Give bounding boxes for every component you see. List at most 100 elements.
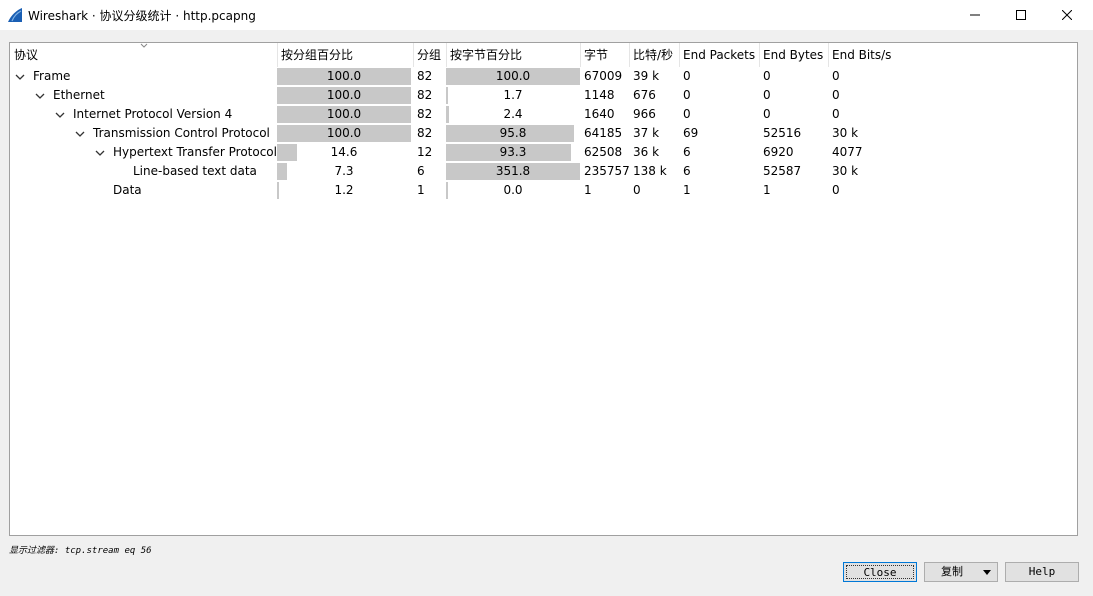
- chevron-down-icon[interactable]: [73, 124, 87, 143]
- table-row[interactable]: Transmission Control Protocol 100.0 82 95.8…: [10, 124, 1077, 143]
- packet-percent-bar-value: 7.3: [334, 164, 354, 178]
- table-row[interactable]: Data 1.2 1 0.0 1 0 1 1 0: [10, 181, 1077, 200]
- packets-value: 6: [417, 164, 425, 178]
- protocol-name: Internet Protocol Version 4: [73, 107, 233, 121]
- packet-percent-bar-value: 14.6: [330, 145, 358, 159]
- end-bytes-value: 0: [763, 88, 771, 102]
- byte-percent-bar: 0.0: [446, 181, 580, 200]
- close-button-label: Close: [846, 565, 914, 579]
- chevron-down-icon[interactable]: [13, 67, 27, 86]
- byte-percent-bar: 95.8: [446, 124, 580, 143]
- column-header-row: 协议 按分组百分比 分组 按字节百分比 字节 比特/秒 End Packets …: [10, 43, 1077, 67]
- table-row[interactable]: Ethernet 100.0 82 1.7 1148 676 0 0 0: [10, 86, 1077, 105]
- packet-percent-bar: 14.6: [277, 143, 411, 162]
- end-bits-per-sec-value: 0: [832, 107, 840, 121]
- end-bits-per-sec-value: 0: [832, 69, 840, 83]
- byte-percent-bar: 2.4: [446, 105, 580, 124]
- end-packets-value: 0: [683, 69, 691, 83]
- packet-percent-bar-value: 100.0: [326, 88, 362, 102]
- maximize-button[interactable]: [998, 0, 1044, 30]
- byte-percent-bar-value: 95.8: [499, 126, 527, 140]
- end-bytes-value: 0: [763, 69, 771, 83]
- chevron-down-icon[interactable]: [53, 105, 67, 124]
- end-packets-value: 6: [683, 145, 691, 159]
- chevron-down-icon[interactable]: [33, 86, 47, 105]
- column-header-bytes[interactable]: 字节: [580, 43, 629, 67]
- column-header-end-bits-per-sec[interactable]: End Bits/s: [828, 43, 1077, 67]
- end-bits-per-sec-value: 30 k: [832, 164, 859, 178]
- bytes-value: 1148: [584, 88, 615, 102]
- byte-percent-bar: 1.7: [446, 86, 580, 105]
- packet-percent-bar-value: 100.0: [326, 69, 362, 83]
- column-header-packet-percent[interactable]: 按分组百分比: [277, 43, 413, 67]
- bytes-value: 1: [584, 183, 592, 197]
- close-button[interactable]: Close: [843, 562, 917, 582]
- byte-percent-bar-value: 1.7: [503, 88, 523, 102]
- end-bits-per-sec-value: 30 k: [832, 126, 859, 140]
- byte-percent-bar: 351.8: [446, 162, 580, 181]
- end-packets-value: 0: [683, 88, 691, 102]
- copy-button-label: 复制: [941, 565, 963, 578]
- bytes-value: 235757: [584, 164, 629, 178]
- column-header-byte-percent[interactable]: 按字节百分比: [446, 43, 580, 67]
- column-header-bits-per-sec[interactable]: 比特/秒: [629, 43, 679, 67]
- byte-percent-bar-value: 100.0: [495, 69, 531, 83]
- packets-value: 82: [417, 126, 433, 140]
- end-packets-value: 6: [683, 164, 691, 178]
- bits-per-sec-value: 39 k: [633, 69, 660, 83]
- bytes-value: 67009: [584, 69, 623, 83]
- bits-per-sec-value: 138 k: [633, 164, 667, 178]
- end-bytes-value: 52587: [763, 164, 802, 178]
- chevron-down-icon[interactable]: [93, 143, 107, 162]
- bits-per-sec-value: 966: [633, 107, 656, 121]
- maximize-icon: [1016, 10, 1026, 20]
- column-header-protocol[interactable]: 协议: [10, 43, 277, 67]
- protocol-name: Data: [113, 183, 142, 197]
- byte-percent-bar-value: 0.0: [503, 183, 523, 197]
- copy-button[interactable]: 复制: [924, 562, 998, 582]
- packets-value: 82: [417, 88, 433, 102]
- bits-per-sec-value: 676: [633, 88, 656, 102]
- packets-value: 82: [417, 107, 433, 121]
- column-header-end-packets[interactable]: End Packets: [679, 43, 759, 67]
- display-filter-label: 显示过滤器: tcp.stream eq 56: [9, 546, 152, 556]
- end-bits-per-sec-value: 0: [832, 88, 840, 102]
- packet-percent-bar: 100.0: [277, 86, 411, 105]
- minimize-icon: [970, 14, 980, 16]
- packet-percent-bar-value: 1.2: [334, 183, 354, 197]
- table-row[interactable]: Hypertext Transfer Protocol 14.6 12 93.3 625…: [10, 143, 1077, 162]
- bytes-value: 1640: [584, 107, 615, 121]
- help-button[interactable]: Help: [1005, 562, 1079, 582]
- byte-percent-bar-value: 93.3: [499, 145, 527, 159]
- bits-per-sec-value: 0: [633, 183, 641, 197]
- packet-percent-bar: 7.3: [277, 162, 411, 181]
- end-packets-value: 69: [683, 126, 699, 140]
- packet-percent-bar: 1.2: [277, 181, 411, 200]
- bytes-value: 64185: [584, 126, 623, 140]
- table-row[interactable]: Line-based text data 7.3 6 351.8 235757 138 k…: [10, 162, 1077, 181]
- minimize-button[interactable]: [952, 0, 998, 30]
- dropdown-arrow-icon[interactable]: [983, 570, 991, 575]
- close-icon: [1062, 10, 1072, 20]
- packets-value: 12: [417, 145, 433, 159]
- bytes-value: 62508: [584, 145, 623, 159]
- bits-per-sec-value: 37 k: [633, 126, 660, 140]
- packet-percent-bar-value: 100.0: [326, 126, 362, 140]
- byte-percent-bar: 100.0: [446, 67, 580, 86]
- packets-value: 82: [417, 69, 433, 83]
- wireshark-fin-icon: [8, 8, 22, 22]
- byte-percent-bar-value: 2.4: [503, 107, 523, 121]
- byte-percent-bar: 93.3: [446, 143, 580, 162]
- column-header-end-bytes[interactable]: End Bytes: [759, 43, 828, 67]
- window-close-button[interactable]: [1044, 0, 1090, 30]
- byte-percent-bar-value: 351.8: [495, 164, 531, 178]
- end-bytes-value: 1: [763, 183, 771, 197]
- end-packets-value: 0: [683, 107, 691, 121]
- end-bytes-value: 0: [763, 107, 771, 121]
- window-title: Wireshark · 协议分级统计 · http.pcapng: [28, 9, 256, 23]
- title-bar: Wireshark · 协议分级统计 · http.pcapng: [0, 0, 1093, 30]
- table-row[interactable]: Internet Protocol Version 4 100.0 82 2.4 164…: [10, 105, 1077, 124]
- table-row[interactable]: Frame 100.0 82 100.0 67009 39 k 0 0 0: [10, 67, 1077, 86]
- column-header-packets[interactable]: 分组: [413, 43, 446, 67]
- protocol-hierarchy-tree[interactable]: 协议 按分组百分比 分组 按字节百分比 字节 比特/秒 End Packets …: [9, 42, 1078, 536]
